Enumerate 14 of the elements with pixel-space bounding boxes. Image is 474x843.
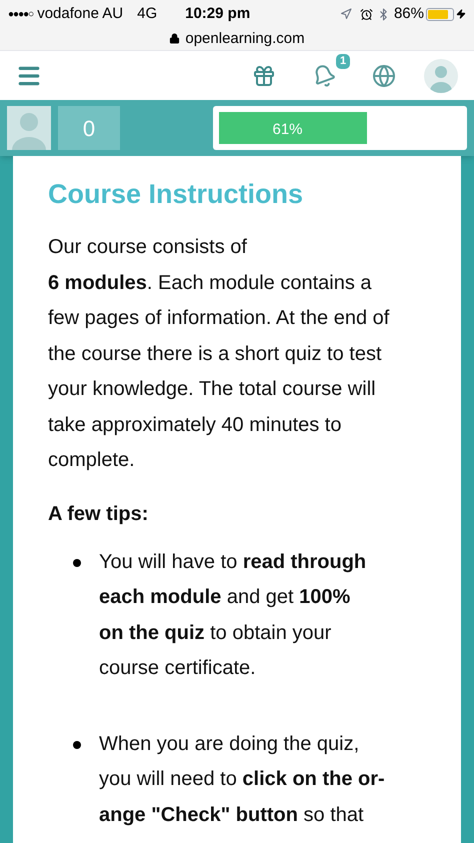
progress-label: 61%: [271, 120, 304, 140]
course-paragraph: Our course consists of 6 modules. Each module contains a few pages of information. At the end of the course there is a short quiz to test your knowledge. The total course will take approximately 40 minutes to complete.: [48, 235, 390, 473]
battery-percent: 86%: [394, 4, 424, 24]
tip-text: When you are doing the quiz, you will need to click on the or-ange "Check" button so that: [99, 732, 386, 828]
signal-strength: ●●●●○: [8, 8, 34, 22]
score-counter: 0: [58, 106, 120, 150]
notification-badge: 1: [336, 54, 350, 68]
status-time: 10:29 pm: [185, 4, 250, 24]
page-title: Course Instructions: [48, 178, 304, 211]
tip-text: You will have to read through each module and get 100% on the quiz to obtain your course certificate.: [99, 550, 368, 681]
network-type: 4G: [137, 4, 158, 24]
url-text: openlearning.com: [185, 28, 305, 48]
tips-heading: A few tips:: [48, 502, 150, 526]
carrier-name: vodafone AU: [37, 4, 124, 24]
